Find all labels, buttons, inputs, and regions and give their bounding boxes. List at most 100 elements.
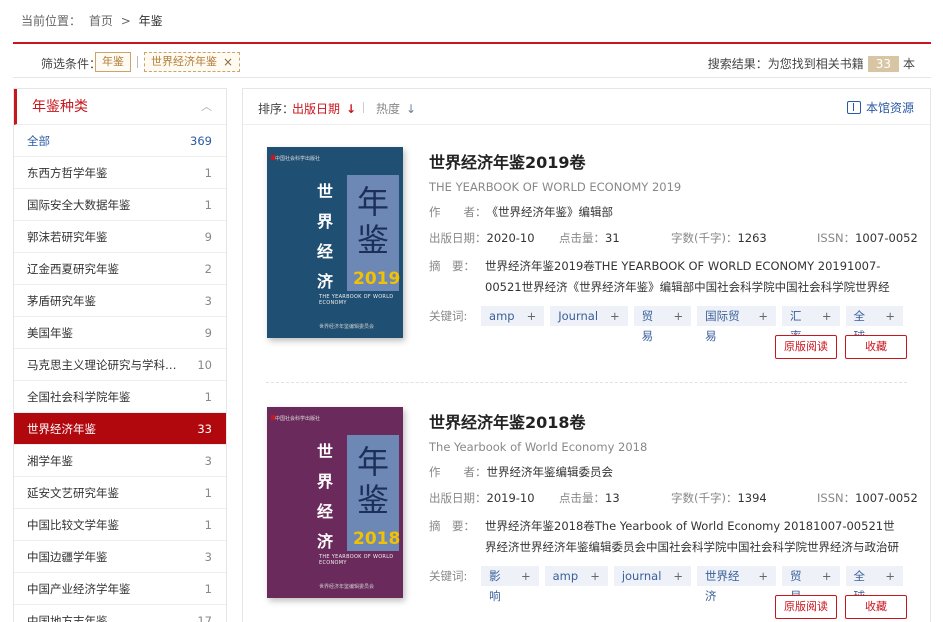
close-icon[interactable]: × xyxy=(223,53,233,71)
keyword-tag[interactable]: Journal + xyxy=(550,306,628,326)
keyword-tag[interactable]: journal + xyxy=(613,566,692,586)
book-actions: 原版阅读 收藏 xyxy=(767,595,907,619)
sidebar-item[interactable]: 辽金西夏研究年鉴 2 xyxy=(14,253,226,285)
issn-label: ISSN： xyxy=(817,491,856,505)
sidebar-item[interactable]: 全部 369 xyxy=(14,125,226,157)
sidebar-item[interactable]: 美国年鉴 9 xyxy=(14,317,226,349)
plus-icon[interactable]: + xyxy=(610,306,620,326)
keyword-tag[interactable]: 影响 + xyxy=(481,566,539,603)
sidebar-item-count: 1 xyxy=(204,390,212,404)
keyword-text: 贸易 xyxy=(789,569,802,603)
sidebar-item[interactable]: 世界经济年鉴 33 xyxy=(14,413,226,445)
keyword-tag[interactable]: 贸易 + xyxy=(633,306,692,343)
keyword-tag[interactable]: 国际贸易 + xyxy=(697,306,777,343)
plus-icon[interactable]: + xyxy=(674,306,684,326)
keyword-tag[interactable]: amp + xyxy=(544,566,608,586)
sidebar-item-label: 湘学年鉴 xyxy=(27,454,73,468)
book-title[interactable]: 世界经济年鉴2018卷 xyxy=(429,409,909,433)
click-count-field: 点击量：13 xyxy=(559,490,671,506)
plus-icon[interactable]: + xyxy=(590,566,600,586)
sidebar-item[interactable]: 郭沫若研究年鉴 9 xyxy=(14,221,226,253)
book-title[interactable]: 世界经济年鉴2019卷 xyxy=(429,149,909,173)
pub-date-field: 出版日期：2020-10 xyxy=(429,230,559,246)
cover-title: 世界经济 xyxy=(317,182,334,291)
sidebar-item[interactable]: 东西方哲学年鉴 1 xyxy=(14,157,226,189)
book-info: 世界经济年鉴2018卷 The Yearbook of World Economy… xyxy=(429,409,918,603)
sidebar-item-count: 1 xyxy=(204,518,212,532)
keyword-tag[interactable]: 汇率 + xyxy=(782,306,840,343)
plus-icon[interactable]: + xyxy=(822,306,832,326)
breadcrumb-separator: > xyxy=(120,14,131,28)
plus-icon[interactable]: + xyxy=(527,306,537,326)
book-cover[interactable]: 中国社会科学出版社 世界经济 年鉴 2019 THE YEARBOOK OF WORLD… xyxy=(267,147,403,338)
sidebar-item[interactable]: 中国边疆学年鉴 3 xyxy=(14,541,226,573)
plus-icon[interactable]: + xyxy=(521,566,531,586)
pub-date-label: 出版日期： xyxy=(429,231,487,245)
book-author[interactable]: 世界经济年鉴编辑委员会 xyxy=(487,465,614,479)
filter-bar: 筛选条件： 年鉴 世界经济年鉴 × 搜索结果：为您找到相关书籍 33 本 xyxy=(13,44,931,78)
book-en-title: The Yearbook of World Economy 2018 xyxy=(429,440,648,454)
breadcrumb-home[interactable]: 首页 xyxy=(89,14,113,28)
sidebar-item-label: 美国年鉴 xyxy=(27,326,73,340)
filter-chip-world-economy[interactable]: 世界经济年鉴 × xyxy=(144,52,240,72)
keyword-text: 国际贸易 xyxy=(705,309,740,343)
keyword-tag[interactable]: 贸易 + xyxy=(781,566,840,603)
category-sidebar: 年鉴种类 ︿ 全部 369 东西方哲学年鉴 1 国际安全大数据年鉴 1 郭沫若研究年鉴 9 辽金… xyxy=(13,88,227,622)
sort-heat-label: 热度 xyxy=(376,102,401,116)
sidebar-item[interactable]: 马克思主义理论研究与学科建... 10 xyxy=(14,349,226,381)
cover-editor: 世界经济年鉴编辑委员会 xyxy=(319,584,375,590)
library-resources-label: 本馆资源 xyxy=(865,101,914,115)
sidebar-item-count: 17 xyxy=(197,614,212,622)
sidebar-item[interactable]: 茅盾研究年鉴 3 xyxy=(14,285,226,317)
read-original-button[interactable]: 原版阅读 xyxy=(775,595,837,619)
library-resources-link[interactable]: 本馆资源 xyxy=(846,99,914,116)
favorite-button[interactable]: 收藏 xyxy=(845,335,907,359)
search-result: 搜索结果：为您找到相关书籍 33 本 xyxy=(708,55,915,72)
keyword-text: 全球 xyxy=(853,569,866,603)
chevron-up-icon[interactable]: ︿ xyxy=(201,89,212,125)
sidebar-item[interactable]: 全国社会科学院年鉴 1 xyxy=(14,381,226,413)
keyword-tag[interactable]: 世界经济 + xyxy=(697,566,776,603)
plus-icon[interactable]: + xyxy=(673,566,683,586)
sidebar-item-count: 33 xyxy=(197,422,212,436)
sort-date-label: 出版日期 xyxy=(292,102,341,116)
sidebar-item[interactable]: 中国产业经济学年鉴 1 xyxy=(14,573,226,605)
plus-icon[interactable]: + xyxy=(885,306,895,326)
filter-separator xyxy=(137,56,138,68)
read-original-button[interactable]: 原版阅读 xyxy=(775,335,837,359)
favorite-button[interactable]: 收藏 xyxy=(845,595,907,619)
plus-icon[interactable]: + xyxy=(758,306,768,326)
keyword-tag[interactable]: 全球 + xyxy=(845,566,904,603)
sort-by-date[interactable]: 出版日期 ↓ xyxy=(292,100,356,117)
sidebar-item-count: 1 xyxy=(204,166,212,180)
sidebar-list: 全部 369 东西方哲学年鉴 1 国际安全大数据年鉴 1 郭沫若研究年鉴 9 辽金西夏研究年鉴 2… xyxy=(14,125,226,622)
sidebar-item[interactable]: 中国地方志年鉴 17 xyxy=(14,605,226,622)
book-en-title: THE YEARBOOK OF WORLD ECONOMY 2019 xyxy=(429,180,682,194)
plus-icon[interactable]: + xyxy=(758,566,768,586)
click-count-field: 点击量：31 xyxy=(559,230,671,246)
sidebar-item[interactable]: 湘学年鉴 3 xyxy=(14,445,226,477)
abstract-text: 世界经济年鉴2019卷THE YEARBOOK OF WORLD ECONOMY… xyxy=(485,259,890,294)
sort-by-heat[interactable]: 热度 ↓ xyxy=(376,100,416,117)
pub-date-label: 出版日期： xyxy=(429,491,487,505)
book-author[interactable]: 《世界经济年鉴》编辑部 xyxy=(487,205,614,219)
filter-chip-yearbook[interactable]: 年鉴 xyxy=(95,52,131,72)
keyword-text: 影响 xyxy=(489,569,501,603)
book-divider xyxy=(266,382,907,383)
sidebar-header[interactable]: 年鉴种类 ︿ xyxy=(14,89,226,125)
book-cover[interactable]: 中国社会科学出版社 世界经济 年鉴 2018 THE YEARBOOK OF WORLD… xyxy=(267,407,403,598)
keyword-tag[interactable]: 全球 + xyxy=(845,306,903,343)
sidebar-item-count: 9 xyxy=(204,326,212,340)
keyword-list: 关键词: 影响 + amp + journal + 世界经济 + 贸易 + 全球 + xyxy=(429,566,909,603)
sidebar-item[interactable]: 中国比较文学年鉴 1 xyxy=(14,509,226,541)
issn-value: 1007-0052 xyxy=(855,231,918,245)
plus-icon[interactable]: + xyxy=(822,566,832,586)
click-count-value: 31 xyxy=(605,231,620,245)
sidebar-item[interactable]: 延安文艺研究年鉴 1 xyxy=(14,477,226,509)
keyword-tag[interactable]: amp + xyxy=(481,306,545,326)
sidebar-title: 年鉴种类 xyxy=(32,99,88,115)
book-abstract: 摘 要： 世界经济年鉴2019卷THE YEARBOOK OF WORLD ECO… xyxy=(429,256,909,298)
book-open-icon xyxy=(846,101,861,114)
plus-icon[interactable]: + xyxy=(885,566,895,586)
sidebar-item[interactable]: 国际安全大数据年鉴 1 xyxy=(14,189,226,221)
